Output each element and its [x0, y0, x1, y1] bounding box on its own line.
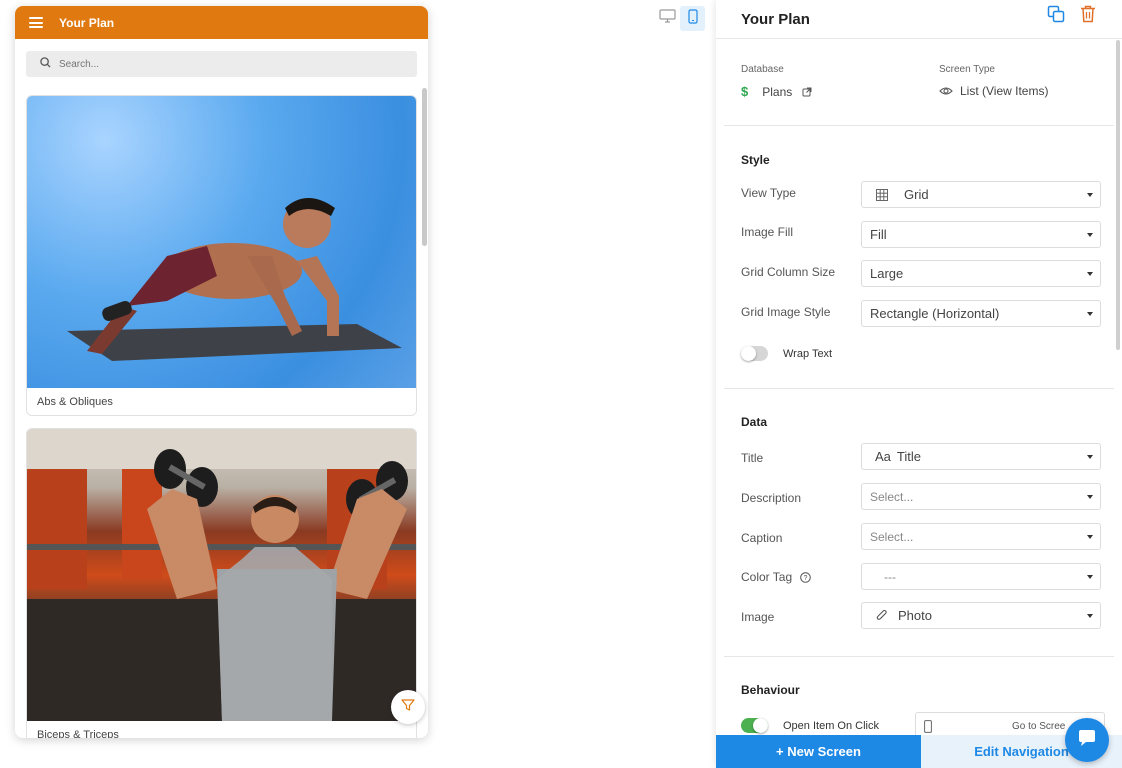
card-photo-dumbbell-press — [27, 429, 416, 721]
panel-body: Database $ Plans Screen Type List (View … — [724, 39, 1114, 735]
image-field-select[interactable]: Photo — [861, 602, 1101, 629]
color-tag-select[interactable]: --- — [861, 563, 1101, 590]
chevron-down-icon — [1087, 272, 1093, 276]
grid-icon — [876, 188, 888, 201]
card-caption: Biceps & Triceps — [37, 729, 119, 738]
svg-text:?: ? — [804, 575, 808, 582]
color-tag-label: Color Tag — [741, 570, 793, 584]
description-label: Description — [741, 491, 802, 505]
screen-type-value: List (View Items) — [939, 84, 1048, 98]
grid-image-style-value: Rectangle (Horizontal) — [870, 306, 1000, 321]
eye-icon — [939, 86, 953, 96]
database-label: Database — [741, 64, 784, 75]
description-field-select[interactable]: Select... — [861, 483, 1101, 510]
chevron-down-icon — [1087, 535, 1093, 539]
grid-column-size-select[interactable]: Large — [861, 260, 1101, 287]
view-type-value: Grid — [904, 187, 929, 202]
hamburger-menu-icon[interactable] — [29, 17, 43, 28]
mobile-view-button[interactable] — [680, 6, 705, 31]
duplicate-button[interactable] — [1046, 5, 1066, 28]
text-type-icon: Aa — [875, 449, 891, 464]
screen-type-label: Screen Type — [939, 64, 995, 75]
card-photo-plank — [27, 96, 416, 388]
grid-image-style-label: Grid Image Style — [741, 305, 831, 319]
chevron-down-icon — [1087, 495, 1093, 499]
grid-column-size-value: Large — [870, 266, 904, 281]
open-item-toggle[interactable] — [741, 718, 768, 733]
desktop-icon — [659, 9, 676, 28]
view-type-select[interactable]: Grid — [861, 181, 1101, 208]
database-value[interactable]: $ Plans — [741, 84, 812, 99]
panel-footer: + New Screen Edit Navigation — [716, 735, 1122, 768]
screen-settings-panel: Your Plan Database $ Plans Screen Type L… — [716, 0, 1122, 768]
desktop-view-button[interactable] — [655, 6, 680, 31]
dollar-icon: $ — [741, 84, 749, 99]
chevron-down-icon — [1087, 614, 1093, 618]
preview-title: Your Plan — [59, 15, 115, 30]
grid-column-size-label: Grid Column Size — [741, 265, 836, 279]
divider — [724, 125, 1114, 126]
external-link-icon[interactable] — [802, 87, 812, 97]
image-label: Image — [741, 610, 775, 624]
description-field-value: Select... — [870, 489, 914, 504]
wrap-text-label: Wrap Text — [783, 348, 833, 360]
filter-icon — [401, 698, 415, 717]
device-toggle — [655, 6, 705, 31]
chevron-down-icon — [1087, 233, 1093, 237]
caption-field-value: Select... — [870, 529, 914, 544]
trash-icon — [1080, 5, 1096, 28]
chevron-down-icon — [1087, 575, 1093, 579]
filter-button[interactable] — [391, 690, 425, 724]
copy-icon — [1047, 5, 1065, 28]
open-item-label: Open Item On Click — [783, 720, 879, 732]
data-section-title: Data — [741, 415, 768, 429]
chat-support-button[interactable] — [1065, 718, 1109, 762]
divider — [724, 388, 1114, 389]
title-label: Title — [741, 451, 764, 465]
search-input[interactable] — [59, 58, 359, 70]
panel-scrollbar[interactable] — [1116, 40, 1120, 350]
chevron-down-icon — [1087, 193, 1093, 197]
paperclip-icon — [876, 609, 888, 622]
title-field-select[interactable]: Aa Title — [861, 443, 1101, 470]
goto-screen-value: Go to Scree — [1012, 720, 1066, 732]
grid-image-style-select[interactable]: Rectangle (Horizontal) — [861, 300, 1101, 327]
color-tag-value: --- — [884, 569, 896, 584]
chevron-down-icon — [1087, 312, 1093, 316]
preview-scrollbar[interactable] — [422, 88, 427, 246]
phone-preview: Your Plan Abs & Obliques — [15, 6, 428, 738]
grid-card-abs[interactable]: Abs & Obliques — [26, 95, 417, 416]
search-icon — [40, 55, 51, 73]
view-type-label: View Type — [741, 186, 796, 200]
new-screen-button[interactable]: + New Screen — [716, 735, 921, 768]
database-name: Plans — [762, 84, 793, 99]
image-fill-label: Image Fill — [741, 225, 794, 239]
chat-bubble-icon — [1077, 729, 1097, 752]
screen-type-text: List (View Items) — [960, 84, 1049, 98]
behaviour-section-title: Behaviour — [741, 683, 800, 697]
image-fill-select[interactable]: Fill — [861, 221, 1101, 248]
image-fill-value: Fill — [870, 227, 887, 242]
divider — [724, 656, 1114, 657]
search-bar[interactable] — [26, 51, 417, 77]
chevron-down-icon — [1087, 455, 1093, 459]
image-field-value: Photo — [898, 608, 932, 623]
grid-card-biceps[interactable]: Biceps & Triceps — [26, 428, 417, 738]
caption-field-select[interactable]: Select... — [861, 523, 1101, 550]
caption-label: Caption — [741, 531, 783, 545]
preview-header: Your Plan — [15, 6, 428, 39]
style-section-title: Style — [741, 153, 770, 167]
color-tag-label-row: Color Tag ? — [741, 570, 811, 584]
title-field-value: Title — [896, 449, 921, 464]
delete-button[interactable] — [1078, 5, 1098, 28]
panel-title: Your Plan — [741, 10, 810, 28]
help-icon[interactable]: ? — [800, 571, 811, 583]
mobile-icon — [924, 719, 932, 733]
card-caption: Abs & Obliques — [37, 396, 113, 408]
wrap-text-toggle[interactable] — [741, 346, 768, 361]
mobile-icon — [687, 8, 698, 29]
panel-header: Your Plan — [716, 0, 1122, 39]
